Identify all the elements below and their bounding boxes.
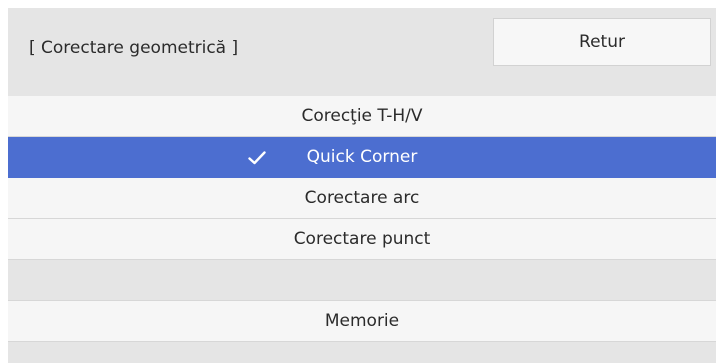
menu-divider [8,260,716,301]
menu-list: Corecţie T-H/V Quick Corner Corectare ar… [8,96,716,342]
menu-item-label: Corectare punct [293,229,431,249]
menu-item-label: Quick Corner [306,147,418,167]
geometry-correction-panel: [ Corectare geometrică ] Retur Corecţie … [8,8,716,363]
menu-item-point-correction[interactable]: Corectare punct [8,219,716,260]
menu-item-quick-corner[interactable]: Quick Corner [8,137,716,178]
back-button[interactable]: Retur [493,18,711,66]
menu-item-arc-correction[interactable]: Corectare arc [8,178,716,219]
panel-header: [ Corectare geometrică ] Retur [8,8,716,94]
menu-item-tilt-h-v[interactable]: Corecţie T-H/V [8,96,716,137]
menu-item-label: Corectare arc [304,188,420,208]
menu-item-memory[interactable]: Memorie [8,301,716,342]
menu-item-label: Memorie [324,311,400,331]
menu-item-label: Corecţie T-H/V [301,106,423,126]
checkmark-icon [248,137,266,178]
page-title: [ Corectare geometrică ] [29,38,239,58]
